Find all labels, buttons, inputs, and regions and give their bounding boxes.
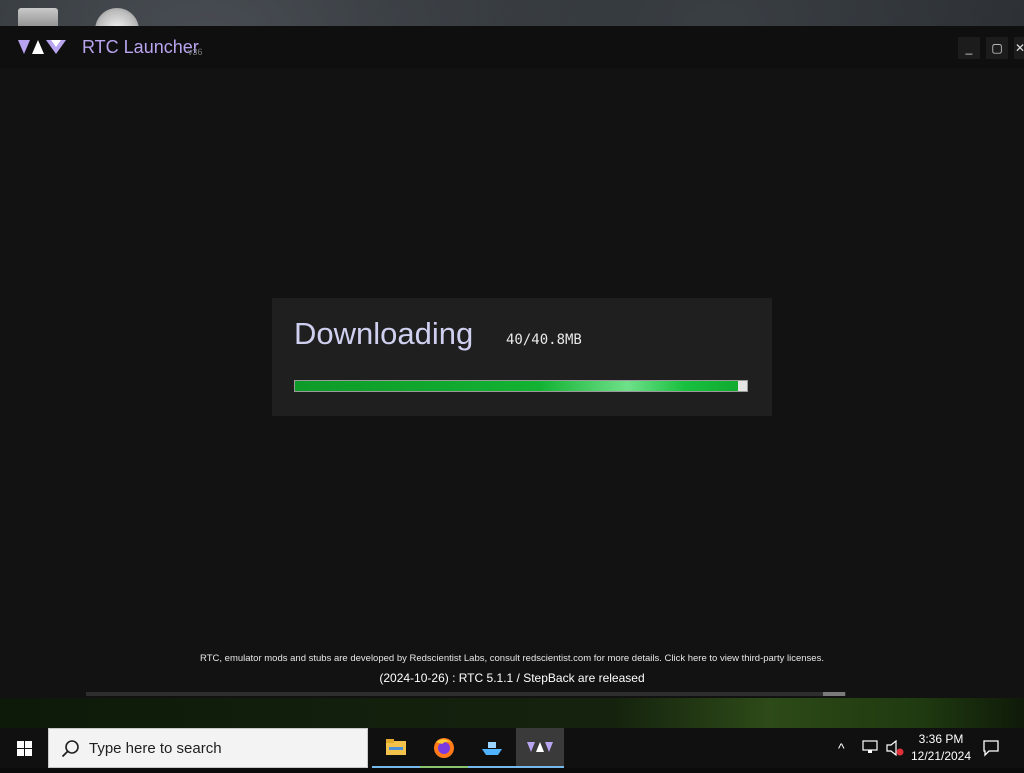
progress-bar: [294, 380, 748, 392]
launcher-window: RTC Launcher v36 _ ▢ ✕ Downloading 40/40…: [0, 26, 1024, 698]
system-clock[interactable]: 3:36 PM 12/21/2024: [906, 731, 976, 765]
search-icon: [61, 740, 79, 758]
rtc-logo-icon: [18, 40, 66, 54]
minimize-button[interactable]: _: [958, 37, 980, 59]
recycle-bin-icon[interactable]: [18, 8, 58, 28]
clock-date: 12/21/2024: [910, 749, 972, 763]
rtc-launcher-icon: [527, 742, 553, 752]
ship-app-icon: [482, 742, 502, 755]
horizontal-scrollbar[interactable]: [86, 692, 846, 696]
taskbar-file-explorer[interactable]: [372, 728, 420, 768]
taskbar-firefox[interactable]: [420, 728, 468, 768]
windows-logo-icon: [17, 741, 24, 748]
download-status-label: Downloading: [294, 316, 474, 351]
download-panel: Downloading 40/40.8MB: [272, 298, 772, 416]
titlebar[interactable]: RTC Launcher v36 _ ▢ ✕: [0, 26, 1024, 68]
app-version: v36: [188, 47, 203, 57]
scrollbar-thumb[interactable]: [823, 692, 845, 696]
firefox-icon: [434, 738, 454, 758]
taskbar-rtc-launcher[interactable]: [516, 728, 564, 768]
volume-muted-icon[interactable]: [886, 740, 904, 756]
close-button[interactable]: ✕: [1014, 37, 1024, 59]
progress-fill: [295, 381, 738, 391]
license-notice-link[interactable]: RTC, emulator mods and stubs are develop…: [0, 653, 1024, 664]
taskbar-ship-app[interactable]: [468, 728, 516, 768]
taskbar: Type here to search ^ 3:36 PM 12/21/2024: [0, 728, 1024, 768]
taskbar-search-box[interactable]: Type here to search: [48, 728, 368, 768]
release-news: (2024-10-26) : RTC 5.1.1 / StepBack are …: [379, 671, 645, 685]
maximize-button[interactable]: ▢: [986, 37, 1008, 59]
download-size: 40/40.8MB: [506, 332, 582, 348]
network-icon[interactable]: [862, 740, 878, 754]
app-title: RTC Launcher: [82, 37, 199, 57]
clock-time: 3:36 PM: [918, 732, 964, 746]
notifications-icon[interactable]: [982, 739, 1000, 757]
start-button[interactable]: [0, 728, 48, 768]
file-explorer-icon: [386, 739, 406, 755]
search-placeholder: Type here to search: [89, 740, 222, 757]
tray-expand-icon[interactable]: ^: [838, 740, 845, 756]
